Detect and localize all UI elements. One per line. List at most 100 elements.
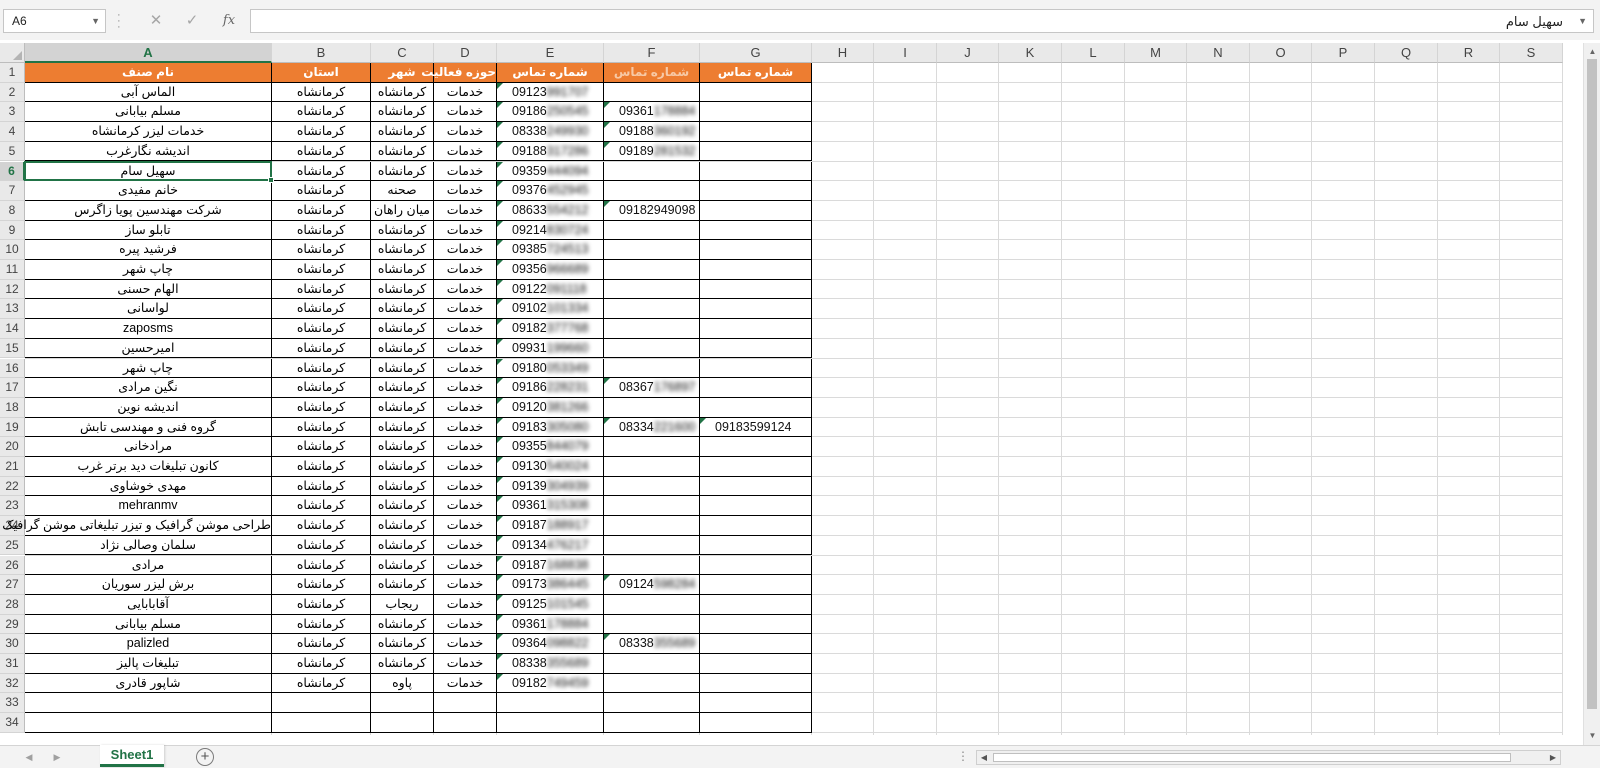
table-cell[interactable] xyxy=(25,693,272,714)
table-cell[interactable] xyxy=(700,397,812,418)
column-header-m[interactable]: M xyxy=(1125,43,1187,63)
table-cell[interactable]: کرمانشاه xyxy=(272,476,371,497)
table-cell[interactable] xyxy=(700,476,812,497)
table-cell[interactable]: گروه فنی و مهندسی تابش xyxy=(25,417,272,438)
table-cell[interactable] xyxy=(700,496,812,517)
table-cell[interactable]: 09122091118 xyxy=(497,279,604,300)
table-cell[interactable]: کرمانشاه xyxy=(371,358,434,379)
table-cell[interactable] xyxy=(434,693,497,714)
table-cell[interactable]: کرمانشاه xyxy=(272,260,371,280)
table-cell[interactable]: کرمانشاه xyxy=(272,457,371,477)
table-cell[interactable]: تبلیغات پالیز xyxy=(25,654,272,674)
table-cell[interactable]: خدمات xyxy=(434,673,497,694)
table-cell[interactable]: کرمانشاه xyxy=(371,220,434,241)
table-cell[interactable]: خدمات xyxy=(434,378,497,398)
table-cell[interactable]: برش لیزر سوریان xyxy=(25,575,272,595)
row-header[interactable]: 14 xyxy=(0,319,25,339)
table-cell[interactable]: خدمات xyxy=(434,102,497,123)
table-cell[interactable]: کرمانشاه xyxy=(272,82,371,103)
table-cell[interactable] xyxy=(700,693,812,714)
horizontal-scrollbar[interactable]: ◀ ▶ xyxy=(976,750,1561,765)
table-cell[interactable] xyxy=(497,693,604,714)
column-header-r[interactable]: R xyxy=(1438,43,1500,63)
table-cell[interactable]: کرمانشاه xyxy=(272,654,371,674)
table-cell[interactable]: خدمات xyxy=(434,634,497,654)
table-cell[interactable]: کرمانشاه xyxy=(272,378,371,398)
table-cell[interactable]: 09173386445 xyxy=(497,575,604,595)
table-cell[interactable]: خدمات xyxy=(434,260,497,280)
column-header-g[interactable]: G xyxy=(700,43,812,63)
table-cell[interactable] xyxy=(272,693,371,714)
cancel-icon[interactable]: ✕ xyxy=(144,11,168,31)
table-cell[interactable]: کرمانشاه xyxy=(371,299,434,320)
table-cell[interactable]: فرشید پیره xyxy=(25,240,272,260)
table-cell[interactable]: 09102101334 xyxy=(497,299,604,320)
table-cell[interactable] xyxy=(604,338,700,359)
table-cell[interactable]: کرمانشاه xyxy=(272,555,371,576)
table-cell[interactable]: خدمات xyxy=(434,319,497,339)
table-cell[interactable] xyxy=(604,535,700,556)
row-header[interactable]: 5 xyxy=(0,141,25,162)
row-header[interactable]: 31 xyxy=(0,654,25,674)
table-cell[interactable]: 09385724513 xyxy=(497,240,604,260)
table-cell[interactable]: 09361178884 xyxy=(497,614,604,635)
row-header[interactable]: 9 xyxy=(0,220,25,241)
table-cell[interactable] xyxy=(700,141,812,162)
table-cell[interactable]: 09186228231 xyxy=(497,378,604,398)
table-cell[interactable]: نگین مرادی xyxy=(25,378,272,398)
table-cell[interactable]: 09931199660 xyxy=(497,338,604,359)
table-cell[interactable]: کرمانشاه xyxy=(371,437,434,457)
table-cell[interactable]: مرادخانی xyxy=(25,437,272,457)
column-header-l[interactable]: L xyxy=(1062,43,1125,63)
table-cell[interactable]: امیرحسین xyxy=(25,338,272,359)
table-cell[interactable]: کرمانشاه xyxy=(272,141,371,162)
table-cell[interactable]: 09214830724 xyxy=(497,220,604,241)
table-cell[interactable] xyxy=(604,457,700,477)
table-cell[interactable]: کرمانشاه xyxy=(371,319,434,339)
table-cell[interactable]: 09139304939 xyxy=(497,476,604,497)
row-header[interactable]: 16 xyxy=(0,358,25,379)
table-cell[interactable]: کرمانشاه xyxy=(371,555,434,576)
table-cell[interactable]: خدمات xyxy=(434,240,497,260)
table-cell[interactable] xyxy=(604,279,700,300)
header-cell[interactable]: استان xyxy=(272,63,371,83)
table-cell[interactable] xyxy=(700,358,812,379)
table-cell[interactable]: 09356966689 xyxy=(497,260,604,280)
table-cell[interactable]: کرمانشاه xyxy=(371,122,434,142)
table-cell[interactable]: 09182949098 xyxy=(604,200,700,221)
row-header[interactable]: 34 xyxy=(0,713,25,733)
previous-sheet-icon[interactable]: ◀ xyxy=(22,750,36,764)
table-cell[interactable]: mehranmv xyxy=(25,496,272,517)
table-cell[interactable]: کرمانشاه xyxy=(371,260,434,280)
table-cell[interactable]: خدمات xyxy=(434,141,497,162)
horizontal-scroll-thumb[interactable] xyxy=(993,753,1511,762)
row-header[interactable]: 21 xyxy=(0,457,25,477)
row-header[interactable]: 13 xyxy=(0,299,25,320)
table-cell[interactable]: 09361315308 xyxy=(497,496,604,517)
table-cell[interactable] xyxy=(272,713,371,733)
row-header[interactable]: 33 xyxy=(0,693,25,714)
table-cell[interactable]: کرمانشاه xyxy=(272,200,371,221)
table-cell[interactable]: کرمانشاه xyxy=(371,240,434,260)
table-cell[interactable]: خدمات لیزر کرمانشاه xyxy=(25,122,272,142)
spreadsheet-grid[interactable]: A B C D E F G H I J K L M N O P Q R S 1 2 3 4 5 6 7 8 9 10 11 12 13 14 15… xyxy=(0,43,1583,745)
table-cell[interactable]: 09186250545 xyxy=(497,102,604,123)
row-header[interactable]: 25 xyxy=(0,535,25,556)
table-cell[interactable]: 09355844079 xyxy=(497,437,604,457)
table-cell[interactable] xyxy=(700,299,812,320)
table-cell[interactable]: 09187168838 xyxy=(497,555,604,576)
table-cell[interactable]: 09180053349 xyxy=(497,358,604,379)
table-cell[interactable] xyxy=(604,260,700,280)
table-cell[interactable]: کرمانشاه xyxy=(371,535,434,556)
table-cell[interactable] xyxy=(700,614,812,635)
table-cell[interactable] xyxy=(700,279,812,300)
table-cell[interactable] xyxy=(700,713,812,733)
table-cell[interactable] xyxy=(700,673,812,694)
row-header[interactable]: 2 xyxy=(0,82,25,103)
table-cell[interactable]: 08338249930 xyxy=(497,122,604,142)
table-cell[interactable]: خدمات xyxy=(434,161,497,182)
table-cell[interactable]: 09361178884 xyxy=(604,102,700,123)
formula-input[interactable]: سهیل سام ▼ xyxy=(250,9,1594,33)
vertical-scroll-thumb[interactable] xyxy=(1587,59,1597,709)
table-cell[interactable]: کرمانشاه xyxy=(272,240,371,260)
